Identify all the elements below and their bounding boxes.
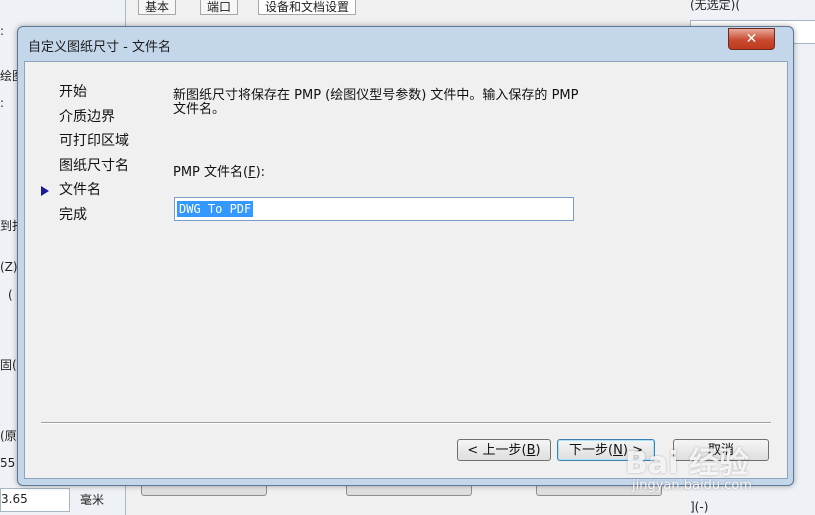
button-separator <box>41 422 771 424</box>
dialog-title: 自定义图纸尺寸 - 文件名 <box>28 40 171 55</box>
pmp-filename-label: PMP 文件名(F): <box>173 165 266 180</box>
custom-paper-size-dialog: 自定义图纸尺寸 - 文件名 ✕ 开始 介质边界 可打印区域 图纸尺寸名 文件名 … <box>17 26 794 486</box>
bg-fragment: 55 <box>0 456 16 470</box>
bg-fragment: (Z) <box>0 260 18 274</box>
step-finish: 完成 <box>59 206 87 223</box>
bg-tab-device-settings[interactable]: 设备和文档设置 <box>258 0 357 15</box>
step-media-bounds: 介质边界 <box>59 108 115 125</box>
bg-unit-label: 毫米 <box>80 493 105 507</box>
back-button[interactable]: < 上一步(B) <box>457 439 551 461</box>
bg-fragment: : <box>0 96 5 110</box>
bg-fragment: (原 <box>0 429 17 443</box>
pmp-filename-value: DWG To PDF <box>177 201 254 217</box>
bg-fragment: (无选定)( <box>690 0 741 12</box>
pmp-filename-input[interactable]: DWG To PDF <box>174 197 574 221</box>
bg-tab-ports[interactable]: 端口 <box>200 0 239 15</box>
bg-fragment: : <box>0 24 5 38</box>
dialog-titlebar[interactable]: 自定义图纸尺寸 - 文件名 ✕ <box>18 27 793 61</box>
step-printable-area: 可打印区域 <box>59 133 129 149</box>
step-paper-size-name: 图纸尺寸名 <box>59 157 129 174</box>
wizard-steps: 开始 介质边界 可打印区域 图纸尺寸名 文件名 完成 <box>41 80 129 227</box>
step-file-name: 文件名 <box>41 178 129 203</box>
close-button[interactable]: ✕ <box>728 28 775 50</box>
watermark-url: jingyan.baidu.com <box>632 478 752 493</box>
bg-fragment: ( <box>8 288 13 302</box>
bg-tab-basic[interactable]: 基本 <box>138 0 177 15</box>
step-description: 新图纸尺寸将保存在 PMP (绘图仪型号参数) 文件中。输入保存的 PMP 文件… <box>173 88 579 117</box>
dialog-body: 开始 介质边界 可打印区域 图纸尺寸名 文件名 完成 新图纸尺寸将保存在 PMP… <box>24 61 788 479</box>
close-icon: ✕ <box>745 31 758 47</box>
bg-value-field[interactable]: 3.65 <box>0 488 70 512</box>
bg-fragment: ](-) <box>690 500 709 514</box>
current-step-arrow-icon <box>41 186 49 196</box>
baidu-watermark-logo: Bai 经验 <box>625 446 749 481</box>
bg-fragment: 固( <box>0 358 17 372</box>
step-start: 开始 <box>59 84 87 100</box>
